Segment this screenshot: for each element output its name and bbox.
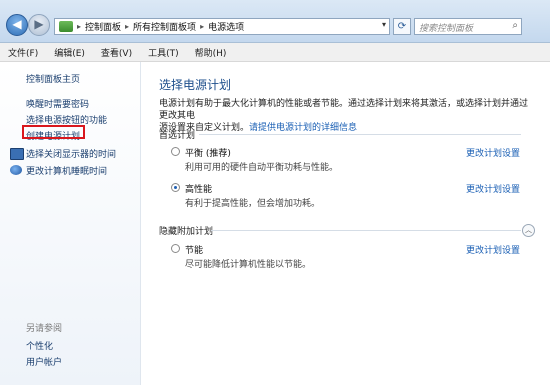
plan-radio[interactable] [171, 183, 180, 192]
chevron-down-icon[interactable]: ▾ [382, 20, 386, 29]
address-bar[interactable]: ▸ 控制面板 ▸ 所有控制面板项 ▸ 电源选项 ▾ [54, 18, 390, 35]
hidden-plans-section: 隐藏附加计划 ︿ [159, 224, 535, 237]
sidebar-personalization[interactable]: 个性化 [26, 339, 53, 352]
forward-button[interactable]: ▶ [28, 14, 50, 36]
menu-bar: 文件(F) 编辑(E) 查看(V) 工具(T) 帮助(H) [0, 43, 550, 62]
chevron-right-icon: ▸ [77, 22, 82, 31]
menu-help[interactable]: 帮助(H) [195, 46, 227, 59]
page-title: 选择电源计划 [159, 78, 232, 92]
sidebar-display-off[interactable]: 选择关闭显示器的时间 [26, 147, 116, 160]
sleep-icon [10, 165, 22, 175]
breadcrumb-all-items[interactable]: 所有控制面板项 [133, 20, 196, 33]
search-input[interactable]: 搜索控制面板 ⌕ [414, 18, 522, 35]
plan-desc: 尽可能降低计算机性能以节能。 [185, 260, 312, 270]
preferred-heading: 首选计划 [159, 131, 196, 141]
plan-desc: 利用可用的硬件自动平衡功耗与性能。 [185, 163, 339, 173]
change-plan-link[interactable]: 更改计划设置 [466, 243, 520, 256]
control-panel-icon [59, 21, 73, 32]
sidebar-require-password[interactable]: 唤醒时需要密码 [26, 97, 89, 110]
hidden-heading: 隐藏附加计划 [159, 227, 214, 237]
title-bar: ◀ ▶ ▸ 控制面板 ▸ 所有控制面板项 ▸ 电源选项 ▾ ⟳ 搜索控制面板 ⌕ [0, 0, 550, 43]
see-also-heading: 另请参阅 [26, 324, 63, 334]
change-plan-link[interactable]: 更改计划设置 [466, 182, 520, 195]
menu-edit[interactable]: 编辑(E) [54, 46, 85, 59]
plan-desc: 有利于提高性能，但会增加功耗。 [185, 199, 321, 209]
menu-file[interactable]: 文件(F) [8, 46, 38, 59]
main-content: 选择电源计划 电源计划有助于最大化计算机的性能或者节能。通过选择计划来将其激活，… [145, 62, 550, 385]
sidebar: 控制面板主页 唤醒时需要密码 选择电源按钮的功能 创建电源计划 选择关闭显示器的… [0, 62, 141, 385]
search-placeholder: 搜索控制面板 [419, 24, 474, 34]
plan-radio[interactable] [171, 244, 180, 253]
collapse-icon[interactable]: ︿ [522, 224, 535, 237]
monitor-icon [10, 148, 24, 160]
change-plan-link[interactable]: 更改计划设置 [466, 146, 520, 159]
sidebar-sleep-time[interactable]: 更改计算机睡眠时间 [26, 164, 107, 177]
chevron-right-icon: ▸ [200, 22, 205, 31]
plan-name[interactable]: 节能 [185, 243, 203, 256]
sidebar-user-accounts[interactable]: 用户帐户 [26, 355, 62, 368]
sidebar-home[interactable]: 控制面板主页 [26, 72, 80, 85]
breadcrumb-control-panel[interactable]: 控制面板 [85, 20, 121, 33]
menu-view[interactable]: 查看(V) [101, 46, 132, 59]
preferred-plans-section: 首选计划 [159, 128, 521, 141]
breadcrumb-power-options[interactable]: 电源选项 [208, 20, 244, 33]
desc-line-1: 电源计划有助于最大化计算机的性能或者节能。通过选择计划来将其激活，或选择计划并通… [159, 99, 529, 121]
plan-name[interactable]: 高性能 [185, 182, 212, 195]
highlight-box [22, 125, 85, 139]
chevron-right-icon: ▸ [125, 22, 130, 31]
plan-radio[interactable] [171, 147, 180, 156]
search-icon[interactable]: ⌕ [512, 20, 518, 31]
plan-name[interactable]: 平衡 (推荐) [185, 146, 231, 159]
menu-tools[interactable]: 工具(T) [148, 46, 179, 59]
back-button[interactable]: ◀ [6, 14, 28, 36]
refresh-button[interactable]: ⟳ [393, 18, 411, 35]
